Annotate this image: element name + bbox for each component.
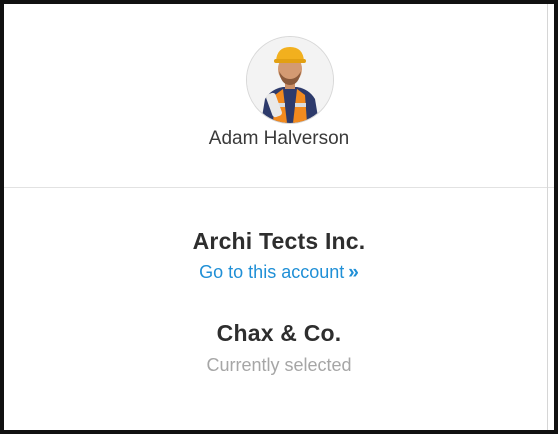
avatar-image: [247, 37, 333, 123]
account-name: Archi Tects Inc.: [192, 228, 366, 254]
avatar: [246, 36, 334, 124]
account-switcher-panel: Adam Halverson Archi Tects Inc. Go to th…: [0, 0, 558, 434]
user-header: Adam Halverson: [4, 4, 554, 188]
account-item-chax-co: Chax & Co. Currently selected: [4, 320, 554, 376]
go-to-account-link[interactable]: Go to this account»: [199, 262, 359, 284]
user-name: Adam Halverson: [208, 128, 350, 149]
account-name: Chax & Co.: [216, 320, 342, 346]
account-item-archi-tects: Archi Tects Inc. Go to this account»: [4, 228, 554, 284]
account-status: Currently selected: [206, 355, 352, 375]
go-to-account-label: Go to this account: [199, 262, 345, 282]
double-chevron-right-icon: »: [348, 262, 359, 283]
